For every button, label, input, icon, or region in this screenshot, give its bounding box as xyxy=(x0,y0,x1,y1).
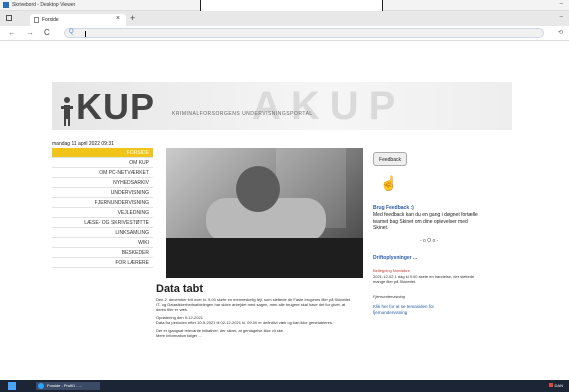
tab-close-icon[interactable]: × xyxy=(116,15,120,22)
article-image xyxy=(166,148,363,278)
menu-item-nyhedsarkiv[interactable]: NYHEDSARKIV xyxy=(52,178,153,188)
menu-item-om-kup[interactable]: OM KUP xyxy=(52,158,153,168)
tab-label: Forside xyxy=(42,17,59,23)
feedback-text: Med feedback kan du en gang i døgnet for… xyxy=(373,212,478,231)
menu-item-fjernundervisning[interactable]: FJERNUNDERVISNING xyxy=(52,198,153,208)
menu-item-om-pc-netvaerket[interactable]: OM PC-NETVÆRKET xyxy=(52,168,153,178)
current-date: mandag 11 april 2022 09:31 xyxy=(52,141,114,147)
drift-text: 2021-12-02 1 dag kl 9.00 skete en handel… xyxy=(373,274,475,284)
feedback-separator: - o O o - xyxy=(420,238,439,244)
drift-title: Driftoplysninger ... xyxy=(373,255,418,261)
back-icon[interactable]: ← xyxy=(8,28,16,37)
menu-item-forside[interactable]: FORSIDE xyxy=(52,148,153,158)
address-row: ← → C Q ⟲ xyxy=(0,26,569,41)
article-heading: Data tabt xyxy=(156,283,204,295)
tray-icon xyxy=(548,383,553,387)
thumbs-up-icon: ☝ xyxy=(380,175,398,191)
drift-subtitle-2: Fjernundervisning xyxy=(373,294,405,299)
site-banner: AKUP KUP KRIMINALFORSORGENS UNDERVISNING… xyxy=(52,82,512,130)
article-paragraph: Den 2. december fvit over kl. 9.00 skete… xyxy=(156,297,352,312)
viewer-title: Skrivebord - Desktop Viewer xyxy=(12,2,76,8)
drift-subtitle[interactable]: Bellegning Nordsikre xyxy=(373,268,410,273)
menu-item-beskeder[interactable]: BESKEDER xyxy=(52,248,153,258)
image-laptop xyxy=(166,238,363,278)
article-paragraph: Opdatering den 9-12-2021 Data fra period… xyxy=(156,315,333,325)
image-head xyxy=(236,166,280,212)
forward-icon[interactable]: → xyxy=(26,28,34,37)
taskbar-app-browser[interactable]: Forside - Profil1 - ... xyxy=(36,382,100,390)
menu-item-linksamling[interactable]: LINKSAMLING xyxy=(52,228,153,238)
article-paragraph: Der er igangsat relevante initiativer, d… xyxy=(156,328,285,338)
tray-language: DAN xyxy=(554,383,563,388)
feedback-title: Brug Feedback :) xyxy=(373,205,414,211)
window-icon[interactable] xyxy=(6,15,12,21)
menu-item-undervisning[interactable]: UNDERVISNING xyxy=(52,188,153,198)
main-menu: FORSIDE OM KUP OM PC-NETVÆRKET NYHEDSARK… xyxy=(52,148,153,268)
text-caret xyxy=(85,31,86,37)
browser-tabstrip: Forside × + – xyxy=(0,11,569,26)
window-controls xyxy=(6,15,26,23)
system-tray[interactable]: DAN xyxy=(548,383,563,388)
viewer-app-icon xyxy=(3,2,9,8)
fjernundervisning-link[interactable]: Klik her for at se temasiden for fjernun… xyxy=(373,304,463,316)
menu-item-vejledning[interactable]: VEJLEDNING xyxy=(52,208,153,218)
menu-item-for-laerere[interactable]: FOR LÆRERE xyxy=(52,258,153,268)
menu-item-wiki[interactable]: WIKI xyxy=(52,238,153,248)
new-tab-button[interactable]: + xyxy=(130,13,135,23)
feedback-button[interactable]: Feedback xyxy=(373,152,407,166)
search-icon: Q xyxy=(69,29,74,35)
article-body: Den 2. december fvit over kl. 9.00 skete… xyxy=(156,297,356,341)
viewer-minimize-button[interactable]: – xyxy=(560,1,563,7)
banner-watermark: AKUP xyxy=(252,84,406,128)
taskbar: Forside - Profil1 - ... DAN xyxy=(0,380,569,392)
browser-minimize-button[interactable]: – xyxy=(560,14,563,20)
start-button[interactable] xyxy=(8,382,16,390)
menu-item-laese-skrivestotte[interactable]: LÆSE- OG SKRIVESTØTTE xyxy=(52,218,153,228)
page-icon xyxy=(34,17,39,23)
tab-forside[interactable]: Forside × xyxy=(30,14,126,26)
site-logo[interactable]: KUP xyxy=(76,86,155,128)
browser-icon xyxy=(38,383,44,389)
address-bar[interactable]: Q xyxy=(64,28,544,38)
site-tagline: KRIMINALFORSORGENS UNDERVISNINGSPORTAL xyxy=(172,111,313,117)
reload-icon[interactable]: C xyxy=(44,28,50,37)
extensions-icon[interactable]: ⟲ xyxy=(558,29,563,36)
taskbar-app-label: Forside - Profil1 - ... xyxy=(47,383,83,388)
logo-figure-icon xyxy=(61,97,73,126)
